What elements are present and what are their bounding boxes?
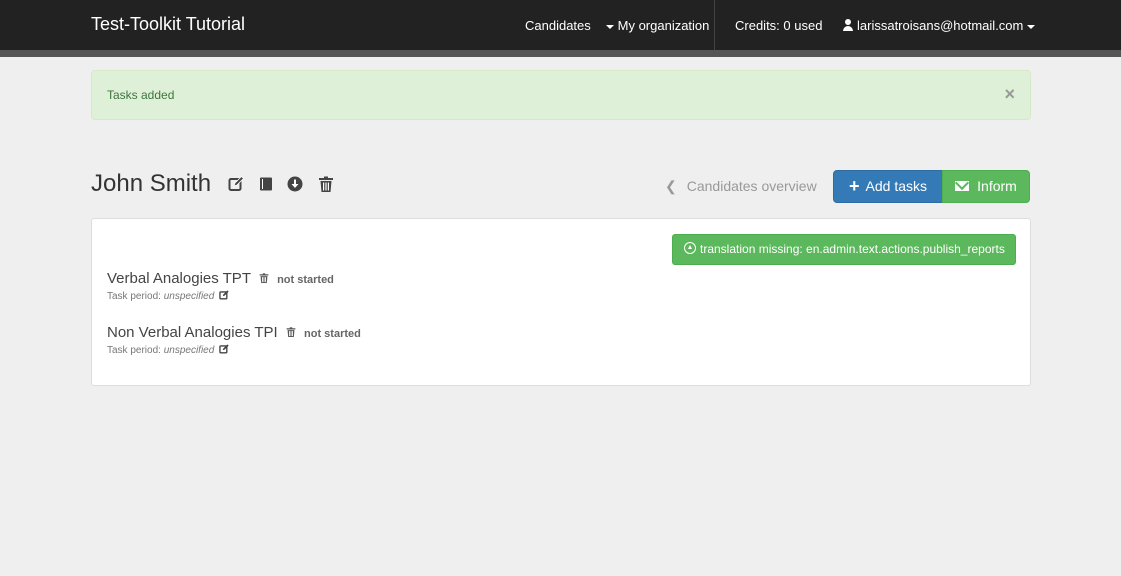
edit-icon[interactable]	[228, 176, 244, 192]
overview-link-label: Candidates overview	[686, 178, 817, 194]
task-period: Task period: unspecified	[107, 290, 334, 302]
alert-close-button[interactable]: ×	[1004, 85, 1015, 103]
nav-divider	[714, 0, 715, 50]
plus-icon: +	[849, 176, 860, 196]
edit-icon[interactable]	[219, 290, 229, 300]
nav-organization-dropdown[interactable]: My organization	[606, 18, 709, 33]
task-period-label: Task period:	[107, 345, 161, 356]
credits-indicator[interactable]: Credits: 0 used	[735, 18, 822, 33]
user-icon	[842, 19, 854, 31]
trash-icon[interactable]	[318, 176, 334, 192]
edit-icon[interactable]	[219, 344, 229, 354]
alert-message: Tasks added	[107, 88, 175, 102]
nav-organization-label: My organization	[617, 18, 710, 33]
add-tasks-label: Add tasks	[865, 178, 927, 194]
task-item: Verbal Analogies TPT not started Task pe…	[107, 270, 334, 302]
top-navbar: Test-Toolkit Tutorial Candidates My orga…	[0, 0, 1121, 57]
task-item: Non Verbal Analogies TPI not started Tas…	[107, 324, 361, 356]
task-name: Non Verbal Analogies TPI	[107, 324, 278, 341]
book-icon[interactable]	[258, 176, 274, 192]
add-tasks-button[interactable]: + Add tasks	[833, 170, 943, 203]
trash-icon[interactable]	[286, 326, 296, 338]
caret-down-icon	[606, 24, 614, 29]
task-status: not started	[277, 274, 334, 286]
trash-icon[interactable]	[259, 272, 269, 284]
envelope-icon	[955, 181, 970, 191]
user-email: larissatroisans@hotmail.com	[857, 18, 1024, 33]
task-status: not started	[304, 328, 361, 340]
download-icon[interactable]	[287, 176, 303, 192]
nav-candidates-link[interactable]: Candidates	[525, 18, 591, 33]
task-name: Verbal Analogies TPT	[107, 270, 251, 287]
success-alert: Tasks added ×	[91, 70, 1031, 120]
task-period: Task period: unspecified	[107, 344, 361, 356]
chevron-left-icon: ❮	[665, 178, 677, 194]
tasks-panel: translation missing: en.admin.text.actio…	[91, 218, 1031, 386]
user-menu-dropdown[interactable]: larissatroisans@hotmail.com	[842, 18, 1035, 33]
task-period-value: unspecified	[163, 345, 215, 356]
task-period-value: unspecified	[163, 291, 215, 302]
task-period-label: Task period:	[107, 291, 161, 302]
upload-circle-icon	[684, 242, 696, 254]
brand-link[interactable]: Test-Toolkit Tutorial	[91, 14, 245, 35]
inform-label: Inform	[977, 178, 1017, 194]
caret-down-icon	[1026, 24, 1035, 29]
candidates-overview-link[interactable]: ❮ Candidates overview	[665, 178, 817, 195]
publish-reports-button[interactable]: translation missing: en.admin.text.actio…	[672, 234, 1016, 265]
inform-button[interactable]: Inform	[942, 170, 1030, 203]
publish-reports-label: translation missing: en.admin.text.actio…	[700, 242, 1005, 256]
candidate-name-heading: John Smith	[91, 170, 212, 197]
